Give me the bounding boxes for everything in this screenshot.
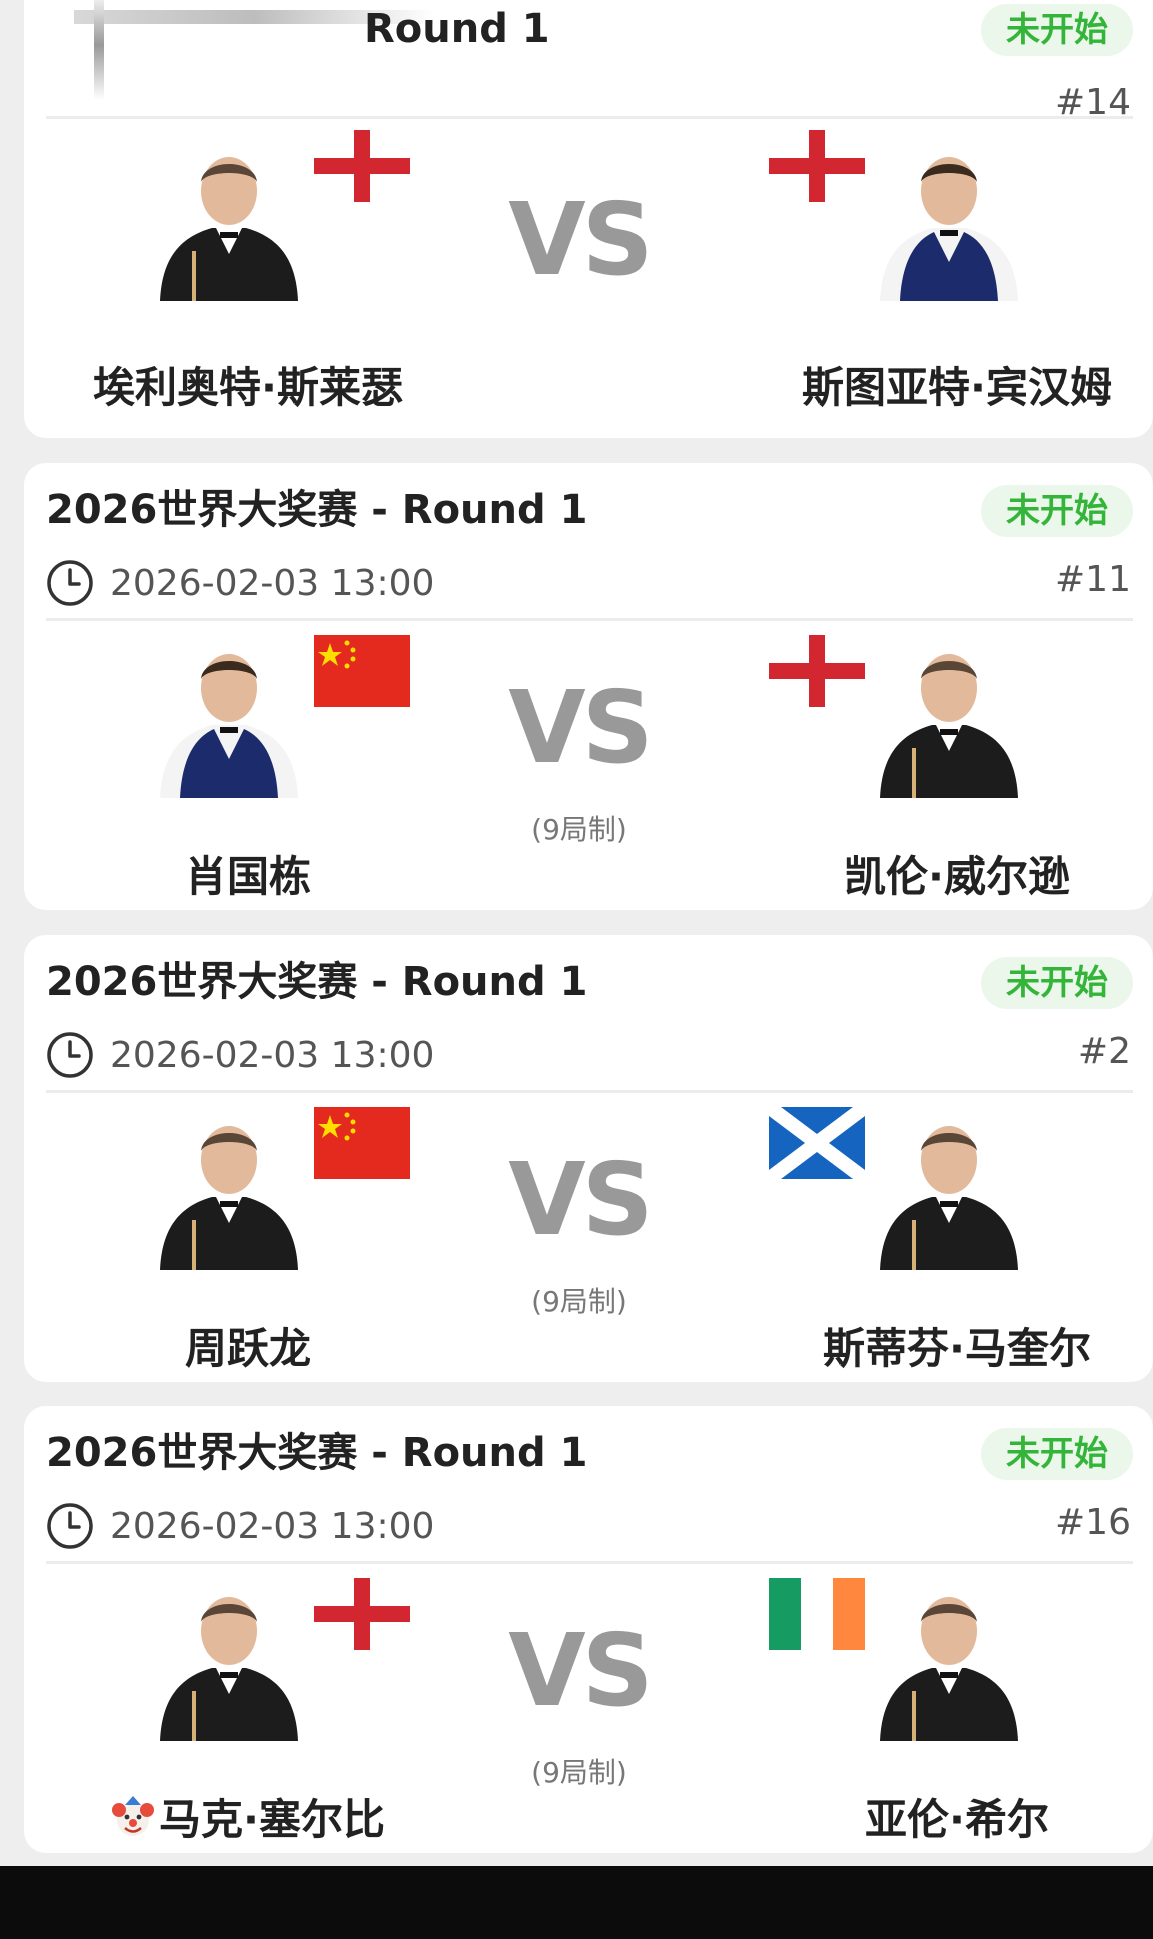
match-time-row: 2026-02-03 13:00 [46, 1027, 434, 1083]
player-photo-left [154, 136, 304, 301]
player-name-right: 凯伦·威尔逊 [844, 852, 1070, 901]
england-flag-icon [314, 130, 410, 202]
match-time: 2026-02-03 13:00 [110, 1034, 435, 1076]
match-time-row: 2026-02-03 13:00 [46, 555, 434, 611]
match-card[interactable]: 2026世界大奖赛 - Round 1 未开始 2026-02-03 13:00… [24, 463, 1153, 910]
england-flag-icon [314, 1578, 410, 1650]
england-flag-icon [769, 130, 865, 202]
china-flag-icon [314, 1107, 410, 1179]
clock-icon [46, 1031, 94, 1079]
divider [46, 1561, 1133, 1564]
player-photo-left [154, 633, 304, 798]
match-number: #16 [1055, 1502, 1131, 1543]
match-time: 2026-02-03 13:00 [110, 562, 435, 604]
divider [46, 1090, 1133, 1093]
player-name-right: 斯图亚特·宾汉姆 [802, 363, 1112, 412]
player-name-left: 周跃龙 [184, 1324, 311, 1373]
bottom-bar [0, 1866, 1153, 1939]
match-title: 2026世界大奖赛 - Round 1 [46, 487, 588, 533]
england-flag-icon [769, 635, 865, 707]
player-name-right: 亚伦·希尔 [865, 1795, 1049, 1844]
player-photo-left [154, 1576, 304, 1741]
match-number: #2 [1077, 1031, 1131, 1072]
divider [46, 618, 1133, 621]
match-format: (9局制) [531, 813, 627, 846]
status-badge: 未开始 [981, 1428, 1133, 1480]
player-name-left: 埃利奥特·斯莱瑟 [93, 363, 403, 412]
vs-label: VS [508, 669, 653, 786]
player-name-right: 斯蒂芬·马奎尔 [823, 1324, 1091, 1373]
vs-label: VS [508, 1612, 653, 1729]
player-name-text: 马克·塞尔比 [159, 1795, 385, 1844]
player-photo-left [154, 1105, 304, 1270]
divider [46, 116, 1133, 119]
match-time: 2026-02-03 13:00 [110, 1505, 435, 1547]
status-badge: 未开始 [981, 957, 1133, 1009]
clock-icon [46, 1502, 94, 1550]
match-number: #11 [1055, 559, 1131, 600]
match-title: 2026世界大奖赛 - Round 1 [46, 1430, 588, 1476]
match-card[interactable]: 2026世界大奖赛 - Round 1 未开始 2026-02-03 13:00… [24, 1406, 1153, 1853]
match-card[interactable]: 2026世界大奖赛 - Round 1 未开始 2026-02-03 13:00… [24, 935, 1153, 1382]
status-badge: 未开始 [981, 485, 1133, 537]
player-name-left: 肖国栋 [184, 852, 311, 901]
match-title: 2026世界大奖赛 - Round 1 [46, 959, 588, 1005]
match-format: (9局制) [531, 1285, 627, 1318]
vs-label: VS [508, 181, 653, 298]
ireland-flag-icon [769, 1578, 865, 1650]
vs-label: VS [508, 1141, 653, 1258]
clown-emoji-icon [111, 1796, 155, 1840]
match-title: Round 1 [364, 6, 550, 52]
player-photo-right [874, 1105, 1024, 1270]
clock-icon [46, 559, 94, 607]
status-badge: 未开始 [981, 4, 1133, 56]
player-photo-right [874, 1576, 1024, 1741]
match-format: (9局制) [531, 1756, 627, 1789]
player-photo-right [874, 136, 1024, 301]
china-flag-icon [314, 635, 410, 707]
player-photo-right [874, 633, 1024, 798]
match-card[interactable]: Round 1 未开始 #14 VS 埃利奥特·斯莱瑟 斯图亚特·宾汉姆 [24, 0, 1153, 438]
obscured-title-region [94, 0, 104, 100]
player-name-left: 马克·塞尔比 [48, 1786, 448, 1847]
match-time-row: 2026-02-03 13:00 [46, 1498, 434, 1554]
scotland-flag-icon [769, 1107, 865, 1179]
